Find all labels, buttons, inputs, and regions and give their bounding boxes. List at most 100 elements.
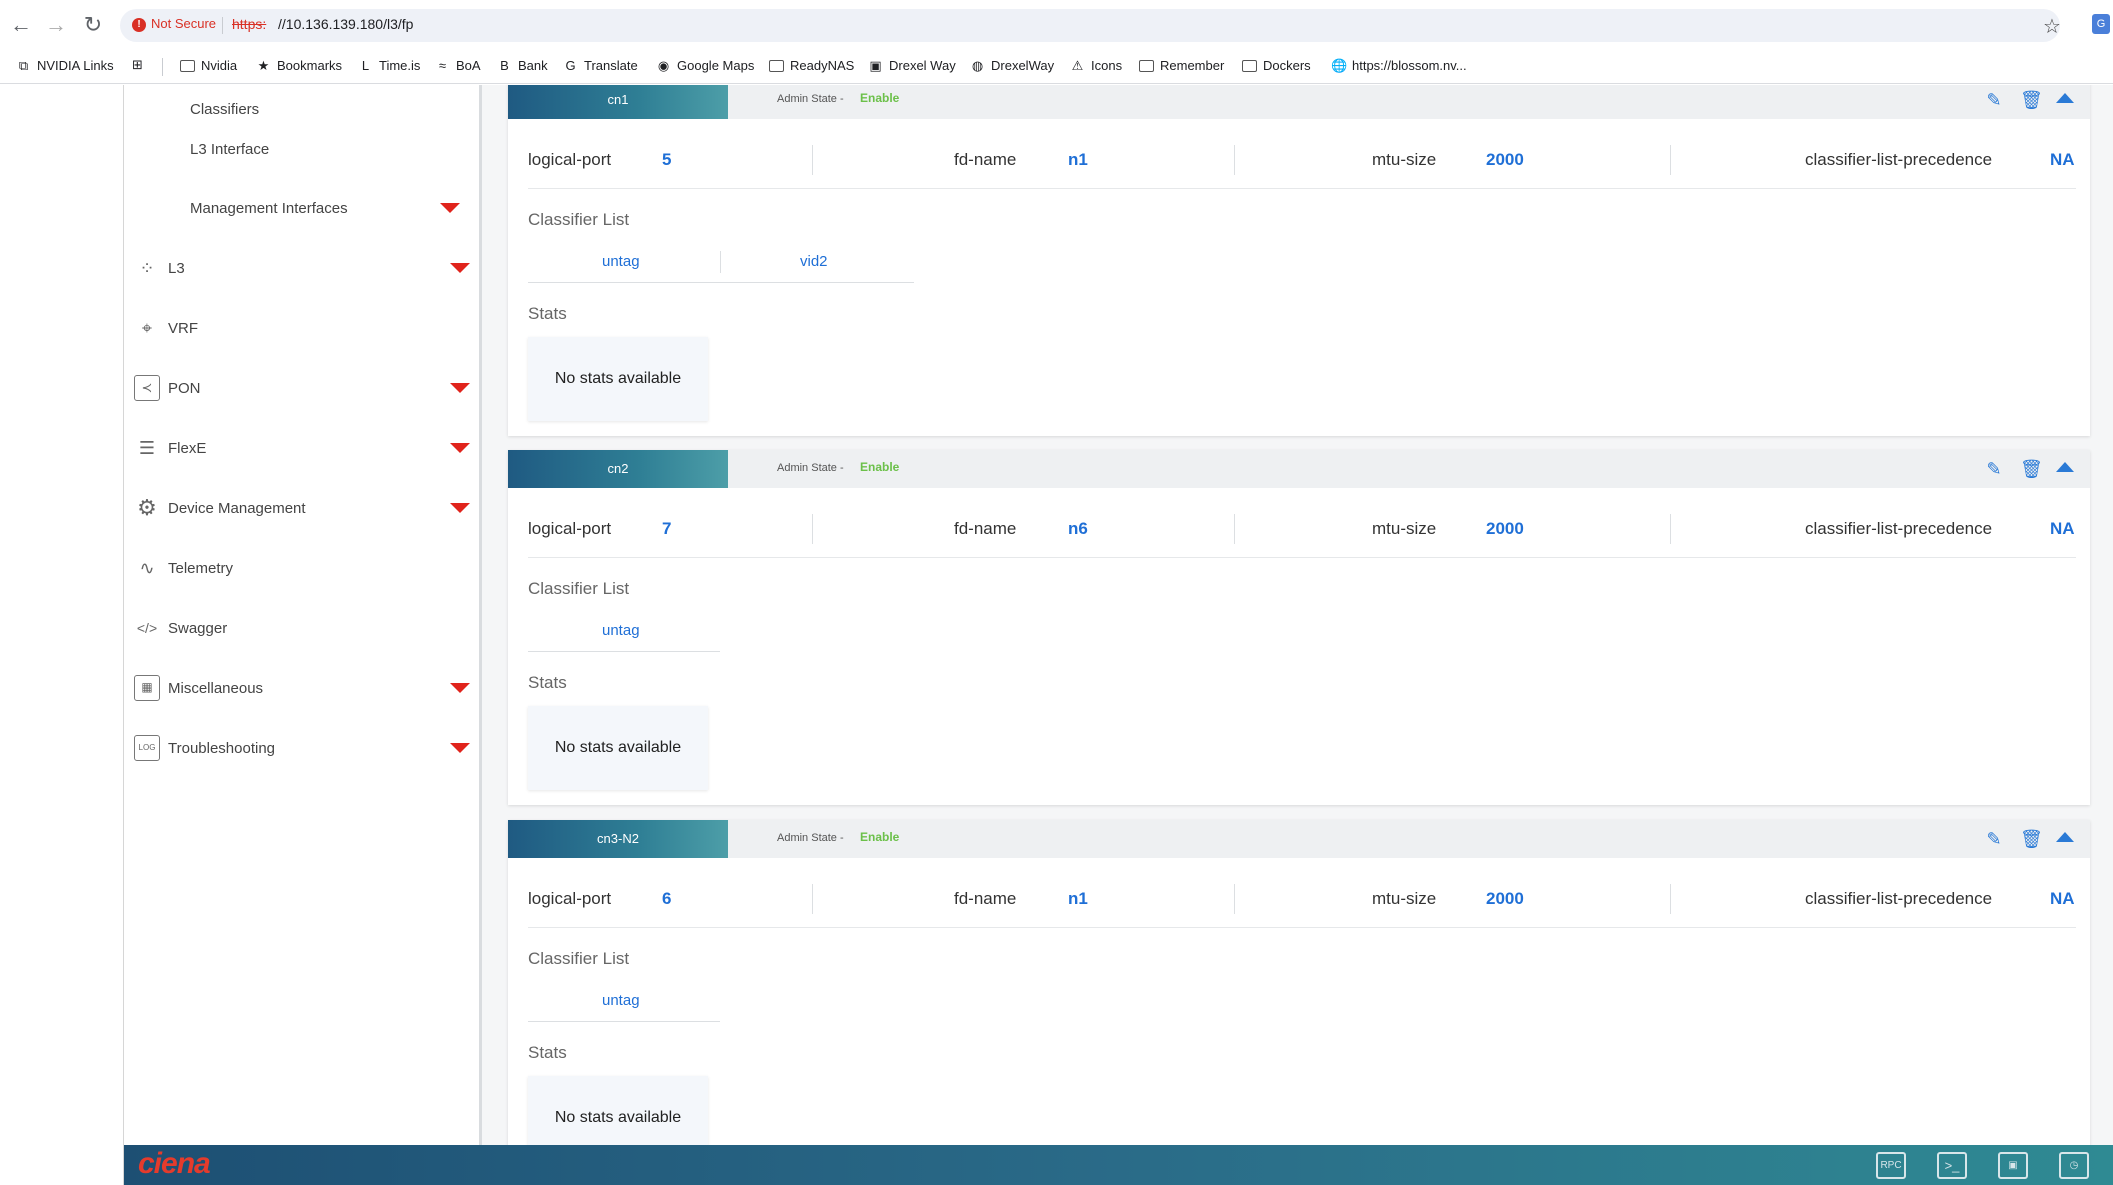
stats-title: Stats xyxy=(528,673,567,692)
bookmark-google-maps[interactable]: ◉ Google Maps xyxy=(656,58,755,73)
bookmark-drexelway[interactable]: ◍ DrexelWay xyxy=(970,58,1054,73)
sidebar-item-swagger[interactable]: </> Swagger xyxy=(124,608,482,648)
bookmark-icon: B xyxy=(500,58,509,73)
bookmark-nvidia-links[interactable]: ⧉ NVIDIA Links xyxy=(16,58,114,73)
rpc-button[interactable]: RPC xyxy=(1876,1152,1906,1179)
flow-point-card: cn2 Admin State - Enable ✎ 🗑 logical-por… xyxy=(508,450,2090,805)
translate-extension-icon[interactable]: G xyxy=(2092,14,2110,34)
flexe-icon: ☰ xyxy=(138,438,156,458)
sidebar-item-l3[interactable]: ⁘ L3 xyxy=(124,248,482,288)
sidebar-item-label: Telemetry xyxy=(168,559,234,577)
fd-name-label: fd-name xyxy=(954,889,1017,908)
divider xyxy=(812,884,813,914)
admin-state-value: Enable xyxy=(860,830,900,844)
sidebar-item-miscellaneous[interactable]: ▦ Miscellaneous xyxy=(124,668,482,708)
bookmark-readynas[interactable]: ReadyNAS xyxy=(769,58,854,73)
misc-icon: ▦ xyxy=(134,675,160,701)
terminal-button[interactable]: >_ xyxy=(1937,1152,1967,1179)
card-name: cn1 xyxy=(508,85,728,119)
telemetry-icon: ∿ xyxy=(139,558,155,578)
divider xyxy=(1234,145,1235,175)
address-bar[interactable]: ! Not Secure https: //10.136.139.180/l3/… xyxy=(120,9,2060,42)
topology-button[interactable]: ▣ xyxy=(1998,1152,2028,1179)
chevron-down-icon[interactable] xyxy=(450,383,470,393)
history-button[interactable]: ◷ xyxy=(2059,1152,2089,1179)
edit-icon[interactable]: ✎ xyxy=(1983,89,2005,111)
bookmark-label: Translate xyxy=(584,58,638,73)
bookmark-bank[interactable]: B Bank xyxy=(497,58,548,73)
bookmark-label: Nvidia xyxy=(201,58,238,73)
chevron-down-icon[interactable] xyxy=(450,683,470,693)
sidebar-item-label: Swagger xyxy=(168,619,228,637)
bookmark-icon: ★ xyxy=(257,58,270,73)
bookmark-remember[interactable]: Remember xyxy=(1139,58,1224,73)
fd-name-label: fd-name xyxy=(954,519,1017,538)
classifier-precedence-value: NA xyxy=(2050,889,2075,908)
divider xyxy=(1234,514,1235,544)
mtu-size-label: mtu-size xyxy=(1372,889,1437,908)
ciena-logo: ciena xyxy=(138,1147,211,1180)
trash-icon[interactable]: 🗑 xyxy=(2020,89,2043,111)
trash-icon[interactable]: 🗑 xyxy=(2020,828,2043,850)
sidebar-subitem-l3-interface[interactable]: L3 Interface xyxy=(124,129,482,169)
trash-icon[interactable]: 🗑 xyxy=(2020,458,2043,480)
chevron-up-icon[interactable] xyxy=(2056,462,2074,472)
chevron-down-icon[interactable] xyxy=(450,443,470,453)
sidebar-item-label: Management Interfaces xyxy=(190,199,348,217)
sidebar-subitem-classifiers[interactable]: Classifiers xyxy=(124,89,482,129)
sidebar-subitem-management-interfaces[interactable]: Management Interfaces xyxy=(124,188,482,228)
bookmark-translate[interactable]: G Translate xyxy=(563,58,638,73)
bookmark-bookmarks[interactable]: ★ Bookmarks xyxy=(256,58,342,73)
apps-grid-icon[interactable]: ⊞ xyxy=(132,57,143,73)
card-header: cn1 Admin State - Enable ✎ 🗑 xyxy=(508,85,2090,119)
bookmark-label: Time.is xyxy=(379,58,421,73)
classifier-link[interactable]: untag xyxy=(602,622,640,639)
security-label[interactable]: Not Secure xyxy=(151,16,216,31)
admin-state-label: Admin State - xyxy=(777,832,844,844)
stats-panel: No stats available xyxy=(528,706,708,790)
classifier-link[interactable]: untag xyxy=(602,253,640,270)
sidebar-item-telemetry[interactable]: ∿ Telemetry xyxy=(124,548,482,588)
sidebar-item-label: L3 Interface xyxy=(190,140,270,158)
chevron-up-icon[interactable] xyxy=(2056,93,2074,103)
bookmark-dockers[interactable]: Dockers xyxy=(1242,58,1311,73)
sidebar-item-flexe[interactable]: ☰ FlexE xyxy=(124,428,482,468)
admin-state-value: Enable xyxy=(860,91,900,105)
sidebar-item-vrf[interactable]: ⌖ VRF xyxy=(124,308,482,348)
chevron-down-icon[interactable] xyxy=(450,263,470,273)
admin-state-label: Admin State - xyxy=(777,462,844,474)
bookmark-drexel-way[interactable]: ▣ Drexel Way xyxy=(868,58,955,73)
edit-icon[interactable]: ✎ xyxy=(1983,458,2005,480)
bookmark-label: BoA xyxy=(456,58,481,73)
forward-arrow-icon[interactable]: → xyxy=(43,12,69,38)
chevron-down-icon[interactable] xyxy=(450,743,470,753)
bookmark-boa[interactable]: ≈ BoA xyxy=(435,58,481,73)
classifier-link[interactable]: untag xyxy=(602,992,640,1009)
bookmark-icon: G xyxy=(565,58,576,73)
divider xyxy=(1670,884,1671,914)
edit-icon[interactable]: ✎ xyxy=(1983,828,2005,850)
bookmark-icons[interactable]: ⚠ Icons xyxy=(1070,58,1122,73)
sidebar-item-label: VRF xyxy=(168,319,198,337)
sidebar-item-pon[interactable]: ≺ PON xyxy=(124,368,482,408)
chevron-up-icon[interactable] xyxy=(2056,832,2074,842)
bookmark-label: Bank xyxy=(518,58,548,73)
bookmark-time-is[interactable]: L Time.is xyxy=(358,58,421,73)
classifier-link[interactable]: vid2 xyxy=(800,253,828,270)
bookmark-blossom[interactable]: 🌐 https://blossom.nv... xyxy=(1331,58,1467,73)
bookmark-star-icon[interactable]: ☆ xyxy=(2043,14,2061,39)
bookmark-label: Icons xyxy=(1091,58,1123,73)
log-icon: LOG xyxy=(134,735,160,761)
sidebar-item-label: L3 xyxy=(168,259,185,277)
classifier-precedence-label: classifier-list-precedence xyxy=(1805,150,1993,169)
sidebar-item-device-management[interactable]: ⚙ Device Management xyxy=(124,488,482,528)
back-arrow-icon[interactable]: ← xyxy=(8,12,34,38)
bookmark-nvidia[interactable]: Nvidia xyxy=(180,58,237,73)
reload-icon[interactable]: ↻ xyxy=(80,12,106,38)
sidebar-item-troubleshooting[interactable]: LOG Troubleshooting xyxy=(124,728,482,768)
chevron-down-icon[interactable] xyxy=(440,203,460,213)
bookmark-label: NVIDIA Links xyxy=(37,58,114,73)
chevron-down-icon[interactable] xyxy=(450,503,470,513)
sidebar-item-label: Classifiers xyxy=(190,100,260,118)
card-name: cn3-N2 xyxy=(508,820,728,858)
